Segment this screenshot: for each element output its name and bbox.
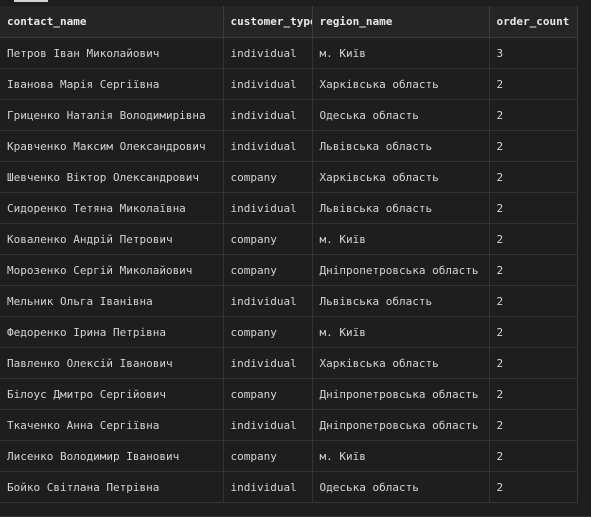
table-row[interactable]: Лисенко Володимир Іванович company м. Ки…: [0, 440, 578, 472]
cell-region-name[interactable]: Одеська область: [312, 471, 490, 503]
cell-region-name[interactable]: м. Київ: [312, 37, 490, 69]
table-row[interactable]: Шевченко Віктор Олександрович company Ха…: [0, 161, 578, 193]
cell-order-count[interactable]: 2: [489, 409, 578, 441]
cell-order-count[interactable]: 2: [489, 254, 578, 286]
table-row[interactable]: Бойко Світлана Петрівна individual Одесь…: [0, 471, 578, 503]
cell-contact-name[interactable]: Федоренко Ірина Петрівна: [0, 316, 224, 348]
cell-region-name[interactable]: Дніпропетровська область: [312, 378, 490, 410]
cell-customer-type[interactable]: company: [223, 223, 313, 255]
header-row: contact_name customer_type region_name o…: [0, 6, 578, 38]
cell-region-name[interactable]: Одеська область: [312, 99, 490, 131]
cell-order-count[interactable]: 3: [489, 37, 578, 69]
table-row[interactable]: Коваленко Андрій Петрович company м. Киї…: [0, 223, 578, 255]
cell-order-count[interactable]: 2: [489, 378, 578, 410]
cell-customer-type[interactable]: company: [223, 316, 313, 348]
cell-customer-type[interactable]: company: [223, 254, 313, 286]
column-header-contact-name[interactable]: contact_name: [0, 6, 224, 38]
cell-customer-type[interactable]: individual: [223, 37, 313, 69]
cell-contact-name[interactable]: Сидоренко Тетяна Миколаївна: [0, 192, 224, 224]
table-row[interactable]: Мельник Ольга Іванівна individual Львівс…: [0, 285, 578, 317]
table-row[interactable]: Петров Іван Миколайович individual м. Ки…: [0, 37, 578, 69]
results-tab-indicator: [14, 0, 48, 2]
cell-contact-name[interactable]: Ткаченко Анна Сергіївна: [0, 409, 224, 441]
cell-customer-type[interactable]: individual: [223, 471, 313, 503]
table-row[interactable]: Ткаченко Анна Сергіївна individual Дніпр…: [0, 409, 578, 441]
cell-order-count[interactable]: 2: [489, 192, 578, 224]
cell-order-count[interactable]: 2: [489, 161, 578, 193]
cell-contact-name[interactable]: Гриценко Наталія Володимирівна: [0, 99, 224, 131]
cell-order-count[interactable]: 2: [489, 285, 578, 317]
cell-region-name[interactable]: Харківська область: [312, 161, 490, 193]
cell-region-name[interactable]: Харківська область: [312, 347, 490, 379]
cell-order-count[interactable]: 2: [489, 347, 578, 379]
cell-region-name[interactable]: Дніпропетровська область: [312, 254, 490, 286]
cell-order-count[interactable]: 2: [489, 223, 578, 255]
cell-order-count[interactable]: 2: [489, 471, 578, 503]
cell-contact-name[interactable]: Лисенко Володимир Іванович: [0, 440, 224, 472]
cell-customer-type[interactable]: individual: [223, 409, 313, 441]
results-grid-panel: contact_name customer_type region_name o…: [0, 0, 591, 517]
cell-customer-type[interactable]: individual: [223, 192, 313, 224]
cell-customer-type[interactable]: individual: [223, 285, 313, 317]
cell-region-name[interactable]: Львівська область: [312, 192, 490, 224]
table-row[interactable]: Білоус Дмитро Сергійович company Дніпроп…: [0, 378, 578, 410]
cell-customer-type[interactable]: company: [223, 440, 313, 472]
cell-order-count[interactable]: 2: [489, 68, 578, 100]
table-row[interactable]: Морозенко Сергій Миколайович company Дні…: [0, 254, 578, 286]
table-row[interactable]: Павленко Олексій Іванович individual Хар…: [0, 347, 578, 379]
cell-customer-type[interactable]: individual: [223, 347, 313, 379]
cell-contact-name[interactable]: Павленко Олексій Іванович: [0, 347, 224, 379]
column-header-customer-type[interactable]: customer_type: [223, 6, 313, 38]
table-row[interactable]: Кравченко Максим Олександрович individua…: [0, 130, 578, 162]
cell-contact-name[interactable]: Бойко Світлана Петрівна: [0, 471, 224, 503]
cell-contact-name[interactable]: Іванова Марія Сергіївна: [0, 68, 224, 100]
cell-customer-type[interactable]: company: [223, 161, 313, 193]
cell-customer-type[interactable]: individual: [223, 130, 313, 162]
cell-contact-name[interactable]: Коваленко Андрій Петрович: [0, 223, 224, 255]
cell-customer-type[interactable]: individual: [223, 99, 313, 131]
cell-region-name[interactable]: Львівська область: [312, 130, 490, 162]
table-row[interactable]: Федоренко Ірина Петрівна company м. Київ…: [0, 316, 578, 348]
cell-region-name[interactable]: м. Київ: [312, 223, 490, 255]
cell-order-count[interactable]: 2: [489, 99, 578, 131]
cell-customer-type[interactable]: company: [223, 378, 313, 410]
cell-region-name[interactable]: Львівська область: [312, 285, 490, 317]
cell-region-name[interactable]: Харківська область: [312, 68, 490, 100]
table-row[interactable]: Сидоренко Тетяна Миколаївна individual Л…: [0, 192, 578, 224]
cell-contact-name[interactable]: Шевченко Віктор Олександрович: [0, 161, 224, 193]
cell-region-name[interactable]: м. Київ: [312, 440, 490, 472]
cell-customer-type[interactable]: individual: [223, 68, 313, 100]
cell-contact-name[interactable]: Білоус Дмитро Сергійович: [0, 378, 224, 410]
table-row[interactable]: Іванова Марія Сергіївна individual Харкі…: [0, 68, 578, 100]
cell-contact-name[interactable]: Мельник Ольга Іванівна: [0, 285, 224, 317]
cell-contact-name[interactable]: Кравченко Максим Олександрович: [0, 130, 224, 162]
cell-region-name[interactable]: м. Київ: [312, 316, 490, 348]
table-row[interactable]: Гриценко Наталія Володимирівна individua…: [0, 99, 578, 131]
cell-order-count[interactable]: 2: [489, 440, 578, 472]
column-header-region-name[interactable]: region_name: [312, 6, 490, 38]
cell-order-count[interactable]: 2: [489, 316, 578, 348]
results-table: contact_name customer_type region_name o…: [0, 6, 578, 503]
column-header-order-count[interactable]: order_count: [489, 6, 578, 38]
cell-order-count[interactable]: 2: [489, 130, 578, 162]
cell-contact-name[interactable]: Петров Іван Миколайович: [0, 37, 224, 69]
cell-region-name[interactable]: Дніпропетровська область: [312, 409, 490, 441]
cell-contact-name[interactable]: Морозенко Сергій Миколайович: [0, 254, 224, 286]
